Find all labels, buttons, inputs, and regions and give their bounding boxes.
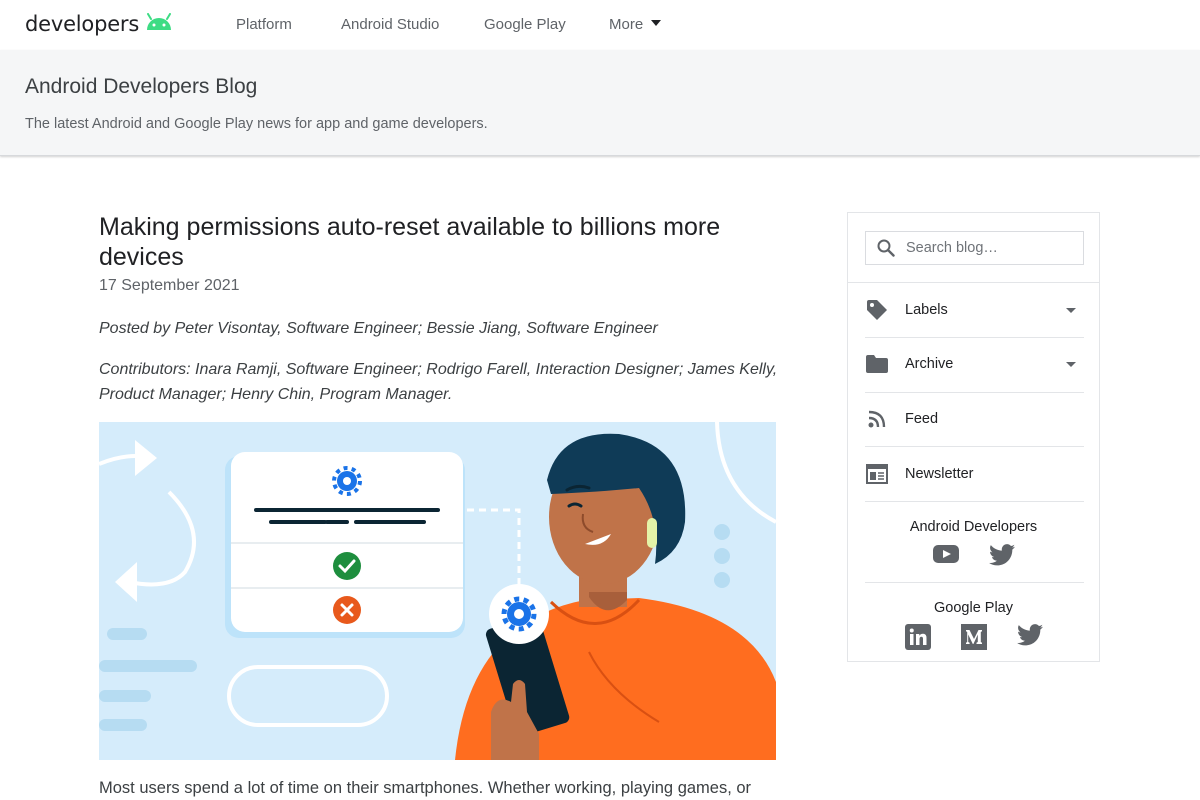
newsletter-icon (865, 462, 889, 486)
label-tag-icon (865, 298, 889, 322)
nav-platform[interactable]: Platform (236, 16, 292, 33)
divider (848, 282, 1099, 283)
nav-more[interactable]: More (609, 16, 662, 33)
sidebar-label-labels: Labels (905, 302, 948, 318)
android-developers-social (848, 544, 1099, 566)
caret-down-icon (651, 20, 662, 27)
google-play-heading: Google Play (934, 600, 1013, 616)
nav-android-studio[interactable]: Android Studio (341, 16, 439, 33)
folder-icon (865, 352, 889, 376)
sidebar-item-archive[interactable]: Archive (865, 344, 1084, 384)
sidebar-item-feed[interactable]: Feed (865, 399, 1084, 439)
post-byline: Posted by Peter Visontay, Software Engin… (99, 320, 658, 337)
sidebar-item-labels[interactable]: Labels (865, 290, 1084, 330)
nav-google-play[interactable]: Google Play (484, 16, 566, 33)
google-play-social (848, 624, 1099, 650)
search-box[interactable] (865, 231, 1084, 265)
linkedin-icon[interactable] (904, 624, 931, 650)
sidebar-label-archive: Archive (905, 356, 954, 372)
sidebar: Labels Archive Feed (847, 212, 1100, 662)
divider (865, 582, 1084, 583)
post-body-paragraph: Most users spend a lot of time on their … (99, 779, 752, 797)
twitter-icon[interactable] (988, 544, 1015, 566)
search-icon[interactable] (876, 238, 896, 258)
sidebar-label-newsletter: Newsletter (905, 466, 974, 482)
sidebar-item-newsletter[interactable]: Newsletter (865, 454, 1084, 494)
search-input[interactable] (904, 239, 1078, 257)
post-date: 17 September 2021 (99, 277, 240, 294)
blog-header: Android Developers Blog The latest Andro… (0, 50, 1200, 156)
post-title[interactable]: Making permissions auto-reset available … (99, 212, 789, 272)
hero-illustration (99, 422, 776, 760)
logo-text: developers (25, 11, 140, 36)
android-developers-heading: Android Developers (909, 519, 1038, 535)
twitter-icon[interactable] (1016, 624, 1043, 650)
divider (865, 501, 1084, 502)
rss-feed-icon (865, 407, 889, 431)
blog-subtitle: The latest Android and Google Play news … (25, 116, 488, 132)
developers-logo[interactable]: developers (25, 11, 173, 36)
divider (865, 392, 1084, 393)
divider (865, 446, 1084, 447)
chevron-down-icon (1066, 361, 1076, 367)
sidebar-label-feed: Feed (905, 411, 939, 427)
youtube-icon[interactable] (932, 544, 959, 566)
blog-title[interactable]: Android Developers Blog (25, 75, 257, 99)
divider (865, 337, 1084, 338)
nav-more-label: More (609, 16, 644, 33)
top-navigation: developers Platform Android Studio Googl… (0, 0, 1200, 50)
android-logo-icon (145, 13, 173, 36)
post-contributors: Contributors: Inara Ramji, Software Engi… (99, 361, 778, 403)
medium-icon[interactable] (960, 624, 987, 650)
chevron-down-icon (1066, 307, 1076, 313)
